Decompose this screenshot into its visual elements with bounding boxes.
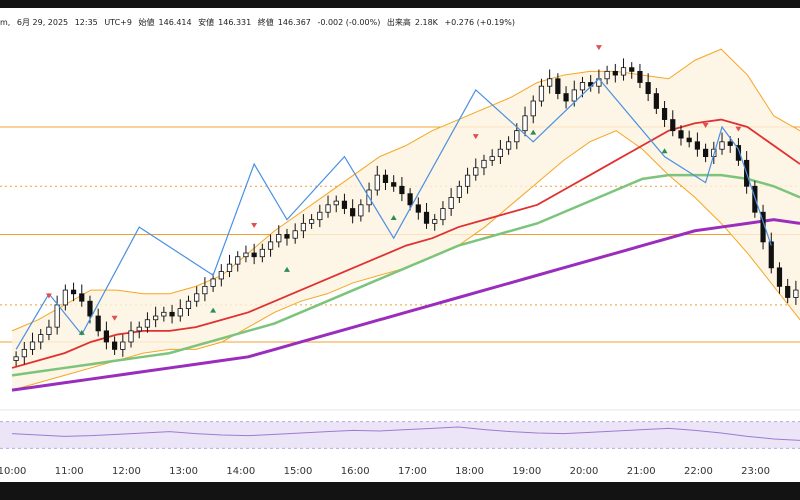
x-tick-label: 12:00 xyxy=(112,466,141,477)
x-tick-label: 21:00 xyxy=(627,466,656,477)
x-tick-label: 22:00 xyxy=(684,466,713,477)
x-tick-label: 10:00 xyxy=(0,466,26,477)
x-tick-label: 16:00 xyxy=(341,466,370,477)
chart-root: m, 6月 29, 2025 12:35 UTC+9 始値 146.414 安値 1… xyxy=(0,0,800,500)
x-tick-label: 18:00 xyxy=(455,466,484,477)
x-tick-label: 13:00 xyxy=(169,466,198,477)
x-tick-label: 14:00 xyxy=(226,466,255,477)
time-axis-svg: 10:00 11:00 12:00 13:00 14:00 15:00 16:00 17:00… xyxy=(0,466,770,477)
x-tick-label: 11:00 xyxy=(55,466,84,477)
x-tick-label: 23:00 xyxy=(741,466,770,477)
x-tick-label: 15:00 xyxy=(284,466,313,477)
x-tick-label: 19:00 xyxy=(512,466,541,477)
x-tick-label: 17:00 xyxy=(398,466,427,477)
x-tick-label: 20:00 xyxy=(570,466,599,477)
